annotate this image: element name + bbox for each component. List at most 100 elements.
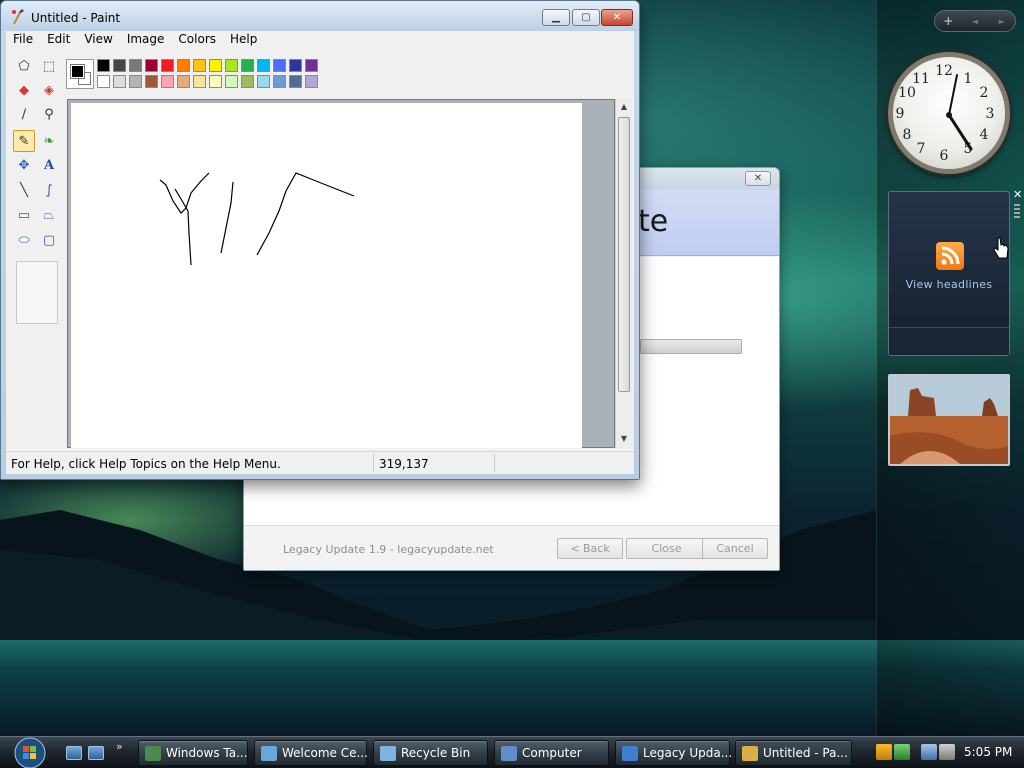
palette-swatch[interactable]	[305, 75, 318, 88]
status-divider	[494, 454, 495, 472]
slideshow-gadget[interactable]	[888, 374, 1010, 466]
network-icon[interactable]	[921, 744, 937, 760]
quick-launch-more-icon[interactable]: »	[116, 740, 123, 753]
menu-view[interactable]: View	[77, 31, 119, 49]
feed-headlines-gadget[interactable]: View headlines	[888, 191, 1010, 356]
volume-muted-icon[interactable]	[939, 744, 955, 760]
feed-gadget-footer	[889, 327, 1009, 355]
palette-swatch[interactable]	[209, 59, 222, 72]
add-gadget-button[interactable]: +	[935, 14, 962, 28]
taskbar-button[interactable]: Legacy Upda...	[615, 740, 732, 766]
taskbar-button[interactable]: Windows Ta...	[138, 740, 248, 766]
taskbar-app-icon	[742, 746, 758, 761]
palette-swatch[interactable]	[273, 59, 286, 72]
cancel-button[interactable]: Cancel	[702, 538, 768, 559]
palette-swatch[interactable]	[241, 59, 254, 72]
clock-gadget[interactable]: 12 1 2 3 4 5 6 7 8 9 10 11	[888, 52, 1010, 174]
taskbar-button[interactable]: Welcome Ce...	[254, 740, 368, 766]
tool-options-box[interactable]	[16, 261, 58, 324]
gadget-close-icon[interactable]: ✕	[1013, 188, 1022, 201]
text-icon[interactable]: A	[38, 154, 60, 176]
status-help-text: For Help, click Help Topics on the Help …	[11, 457, 281, 471]
palette-swatch[interactable]	[241, 75, 254, 88]
rounded-rect-icon[interactable]: ▢	[38, 229, 60, 251]
picker-icon[interactable]: ∕	[13, 103, 35, 125]
rect-select-icon[interactable]: ⬚	[38, 55, 60, 77]
palette-swatch[interactable]	[145, 59, 158, 72]
view-headlines-link[interactable]: View headlines	[889, 278, 1009, 291]
menu-edit[interactable]: Edit	[40, 31, 77, 49]
menu-file[interactable]: File	[6, 31, 40, 49]
palette-swatch[interactable]	[289, 75, 302, 88]
palette-swatch[interactable]	[113, 59, 126, 72]
palette-swatch[interactable]	[273, 75, 286, 88]
taskbar-app-icon	[622, 746, 638, 761]
taskbar-button[interactable]: Computer	[494, 740, 609, 766]
palette-swatch[interactable]	[129, 75, 142, 88]
close-window-button[interactable]: ✕	[601, 9, 633, 26]
maximize-button[interactable]: ▢	[572, 9, 600, 26]
taskbar-button[interactable]: Recycle Bin	[373, 740, 488, 766]
palette-swatch[interactable]	[257, 75, 270, 88]
pencil-icon[interactable]: ✎	[13, 130, 35, 152]
palette-swatch[interactable]	[225, 75, 238, 88]
palette-swatch[interactable]	[305, 59, 318, 72]
start-button[interactable]	[10, 737, 50, 768]
palette-swatch[interactable]	[161, 59, 174, 72]
airbrush-icon[interactable]: ✥	[13, 154, 35, 176]
curve-icon[interactable]: ∫	[38, 179, 60, 201]
menu-colors[interactable]: Colors	[171, 31, 223, 49]
switch-windows-icon[interactable]	[88, 746, 104, 760]
free-select-icon[interactable]: ⬠	[13, 55, 35, 77]
sidebar-controls[interactable]: + ◄ ►	[934, 10, 1016, 32]
legacy-update-close-button[interactable]: ✕	[745, 171, 771, 186]
close-button[interactable]: Close	[626, 538, 707, 559]
eraser-icon[interactable]: ◆	[13, 79, 35, 101]
menu-help[interactable]: Help	[223, 31, 264, 49]
ellipse-icon[interactable]: ⬭	[13, 229, 35, 251]
magnifier-icon[interactable]: ⚲	[38, 103, 60, 125]
back-button[interactable]: < Back	[557, 538, 623, 559]
legacy-update-footer: Legacy Update 1.9 - legacyupdate.net < B…	[244, 525, 779, 570]
palette-swatch[interactable]	[145, 75, 158, 88]
brush-icon[interactable]: ❧	[38, 130, 60, 152]
menu-image[interactable]: Image	[120, 31, 172, 49]
next-gadget-button[interactable]: ►	[988, 17, 1015, 26]
clock-time[interactable]: 5:05 PM	[964, 745, 1012, 759]
palette-swatch[interactable]	[193, 75, 206, 88]
paint-titlebar[interactable]: Untitled - Paint ▁ ▢ ✕	[1, 1, 639, 31]
paint-window[interactable]: Untitled - Paint ▁ ▢ ✕ File Edit View Im…	[0, 0, 640, 480]
palette-swatch[interactable]	[161, 75, 174, 88]
palette-swatch[interactable]	[209, 75, 222, 88]
foreground-color[interactable]	[70, 64, 85, 79]
rectangle-icon[interactable]: ▭	[13, 204, 35, 226]
polygon-icon[interactable]: ⏢	[38, 204, 60, 226]
taskbar-button[interactable]: Untitled - Pa...	[735, 740, 852, 766]
palette-swatch[interactable]	[257, 59, 270, 72]
taskbar-app-icon	[261, 746, 277, 761]
palette-swatch[interactable]	[97, 59, 110, 72]
fill-icon[interactable]: ◈	[38, 79, 60, 101]
gadget-drag-handle[interactable]	[1014, 204, 1020, 218]
minimize-button[interactable]: ▁	[542, 9, 570, 26]
scroll-down-icon[interactable]: ▼	[616, 434, 632, 443]
taskbar-button-label: Computer	[522, 746, 582, 760]
security-shield-icon[interactable]	[876, 744, 892, 760]
palette-swatch[interactable]	[193, 59, 206, 72]
palette-swatch[interactable]	[225, 59, 238, 72]
windows-update-icon[interactable]	[894, 744, 910, 760]
palette-swatch[interactable]	[289, 59, 302, 72]
palette-swatch[interactable]	[97, 75, 110, 88]
current-colors[interactable]	[66, 59, 94, 89]
scroll-thumb[interactable]	[618, 117, 630, 392]
palette-swatch[interactable]	[113, 75, 126, 88]
palette-swatch[interactable]	[177, 59, 190, 72]
scroll-up-icon[interactable]: ▲	[616, 102, 632, 111]
palette-swatch[interactable]	[129, 59, 142, 72]
vertical-scrollbar[interactable]: ▲ ▼	[615, 99, 632, 448]
line-icon[interactable]: ╲	[13, 179, 35, 201]
drawing-canvas[interactable]	[71, 103, 582, 448]
show-desktop-icon[interactable]	[66, 746, 82, 760]
palette-swatch[interactable]	[177, 75, 190, 88]
prev-gadget-button[interactable]: ◄	[962, 17, 989, 26]
